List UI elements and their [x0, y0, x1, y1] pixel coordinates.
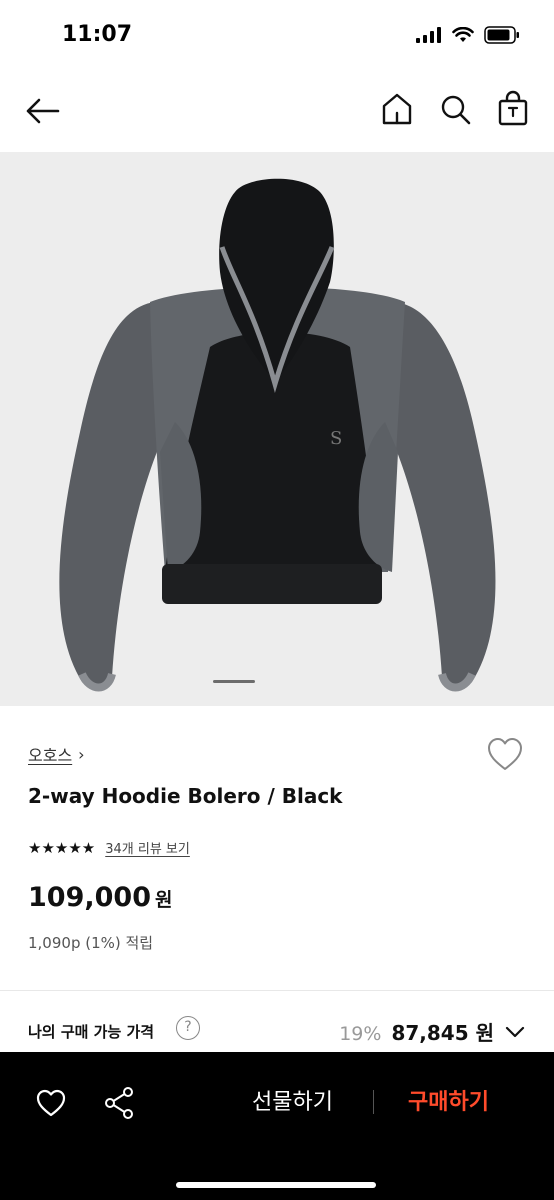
wifi-icon — [452, 26, 474, 47]
product-price: 109,000 — [28, 882, 151, 913]
search-icon[interactable] — [438, 90, 472, 128]
my-buy-price-values: 19% 87,845 원 — [339, 1017, 526, 1046]
back-arrow-icon[interactable] — [24, 92, 62, 130]
my-buy-price-label: 나의 구매 가능 가격 — [28, 1023, 155, 1041]
top-nav — [0, 72, 554, 150]
gallery-pager-indicator — [213, 680, 255, 683]
product-photo: S — [59, 178, 496, 692]
my-buy-price: 87,845 원 — [391, 1021, 494, 1045]
share-icon[interactable] — [104, 1086, 134, 1120]
brand-name[interactable]: 오호스 — [28, 742, 72, 766]
brand-link[interactable]: 오호스 › — [28, 742, 85, 766]
buy-button[interactable]: 구매하기 — [408, 1084, 489, 1116]
divider — [373, 1090, 374, 1114]
cellular-signal-icon — [416, 27, 442, 47]
star-rating-icon: ★★★★★ — [28, 838, 96, 857]
nav-actions — [380, 90, 530, 128]
review-link[interactable]: 34개 리뷰 보기 — [105, 838, 190, 857]
chevron-down-icon[interactable] — [504, 1021, 526, 1043]
product-image-gallery[interactable]: S — [0, 152, 554, 706]
home-icon[interactable] — [380, 90, 414, 128]
shopping-bag-icon[interactable] — [496, 90, 530, 128]
status-time: 11:07 — [62, 22, 133, 47]
home-indicator — [176, 1182, 376, 1188]
battery-icon — [484, 26, 520, 48]
discount-rate: 19% — [339, 1023, 382, 1045]
price-unit: 원 — [154, 889, 173, 911]
help-icon[interactable]: ? — [176, 1016, 200, 1040]
price-row: 109,000 원 — [28, 882, 172, 913]
reward-points: 1,090p (1%) 적립 — [28, 934, 154, 952]
wishlist-heart-icon[interactable] — [486, 736, 524, 772]
product-title: 2-way Hoodie Bolero / Black — [28, 784, 343, 808]
my-buy-price-row[interactable]: 나의 구매 가능 가격 ? 19% 87,845 원 — [0, 991, 554, 1053]
svg-text:S: S — [330, 428, 342, 449]
status-icons — [416, 26, 520, 48]
chevron-right-icon: › — [78, 744, 85, 764]
status-bar: 11:07 — [0, 0, 554, 72]
bottom-action-bar: 선물하기 구매하기 — [0, 1052, 554, 1200]
rating-row: ★★★★★ 34개 리뷰 보기 — [28, 838, 190, 858]
heart-icon[interactable] — [36, 1088, 66, 1118]
gift-button[interactable]: 선물하기 — [252, 1084, 333, 1116]
